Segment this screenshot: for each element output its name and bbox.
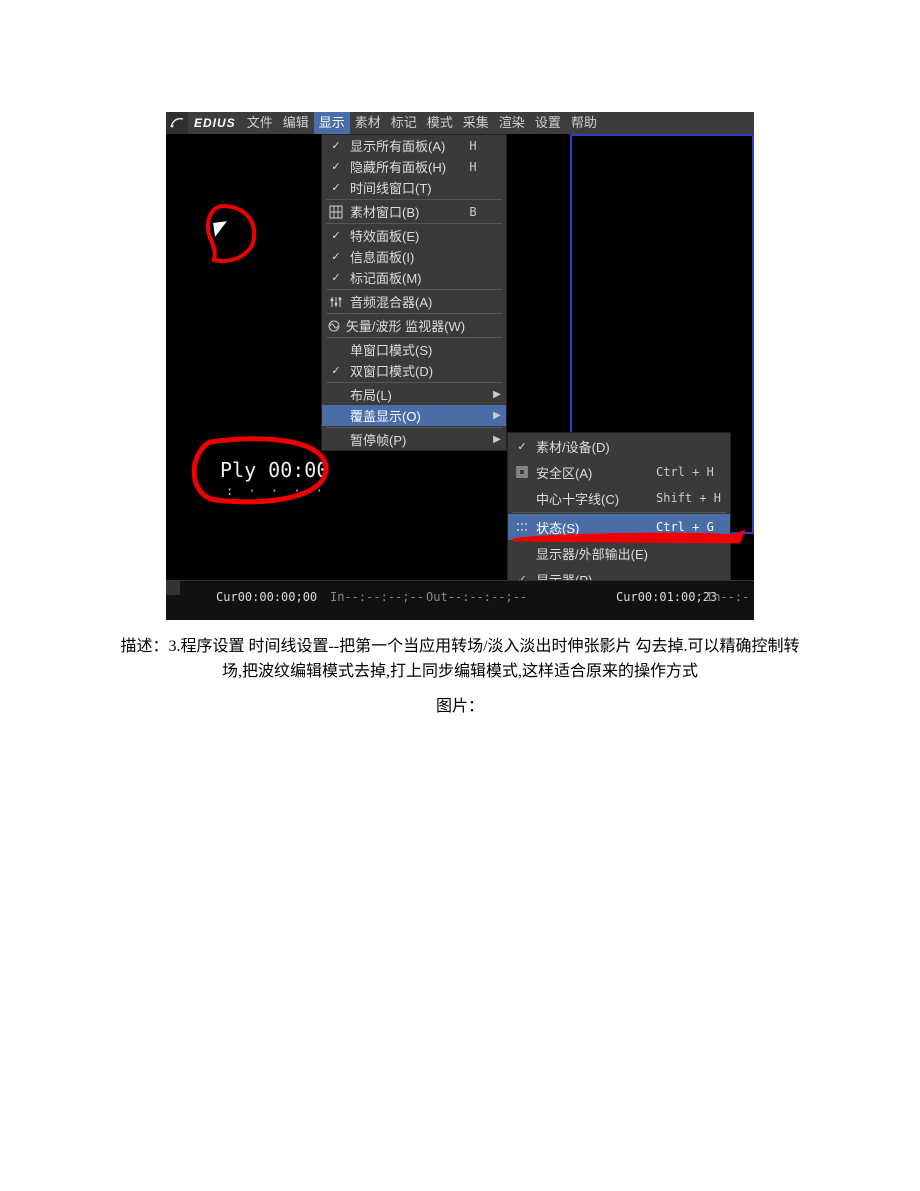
submenu-item[interactable]: 中心十字线(C)Shift + H xyxy=(508,485,730,511)
menu-item-label: 信息面板(I) xyxy=(350,247,458,266)
overlay-display-submenu: ✓素材/设备(D)安全区(A)Ctrl + H中心十字线(C)Shift + H… xyxy=(507,432,731,593)
menu-item[interactable]: ✓双窗口模式(D) xyxy=(322,360,506,381)
menu-item[interactable]: ✓信息面板(I) xyxy=(322,246,506,267)
submenu-item-shortcut: Ctrl + H xyxy=(656,465,730,479)
menu-item-label: 双窗口模式(D) xyxy=(350,361,458,380)
annotation-underline xyxy=(511,530,747,544)
menu-item[interactable]: 音频混合器(A) xyxy=(322,291,506,312)
submenu-item-label: 安全区(A) xyxy=(536,463,656,482)
annotation-circle-2 xyxy=(186,432,330,508)
out-readout-left: Out--:--:--;-- xyxy=(426,590,527,604)
menu-item[interactable]: 单窗口模式(S) xyxy=(322,339,506,360)
menu-item-label: 标记面板(M) xyxy=(350,268,458,287)
menu-separator xyxy=(326,313,502,314)
menu-item[interactable]: 布局(L) ▶ xyxy=(322,384,506,405)
menu-item-8[interactable]: 设置 xyxy=(530,112,566,134)
cur-readout-left: Cur00:00:00;00 xyxy=(216,590,317,604)
in-readout-left: In--:--:--;-- xyxy=(330,590,424,604)
clip-icon xyxy=(166,581,180,595)
submenu-arrow-icon: ▶ xyxy=(488,410,506,421)
menu-item-shortcut: B xyxy=(458,205,488,219)
menu-item[interactable]: 覆盖显示(O) ▶ xyxy=(322,405,506,426)
app-name: EDIUS xyxy=(188,116,242,130)
menu-separator xyxy=(326,289,502,290)
submenu-item[interactable]: ✓素材/设备(D) xyxy=(508,433,730,459)
menu-item-9[interactable]: 帮助 xyxy=(566,112,602,134)
menu-separator xyxy=(326,223,502,224)
menu-item[interactable]: ✓特效面板(E) xyxy=(322,225,506,246)
menu-item-label: 暂停帧(P) xyxy=(350,430,458,449)
menu-item-0[interactable]: 文件 xyxy=(242,112,278,134)
time-bar: Cur00:00:00;00 In--:--:--;-- Out--:--:--… xyxy=(166,580,754,620)
submenu-item-label: 中心十字线(C) xyxy=(536,489,656,508)
menu-item-label: 时间线窗口(T) xyxy=(350,178,458,197)
menu-item-3[interactable]: 素材 xyxy=(350,112,386,134)
screenshot: EDIUS 文件编辑显示素材标记模式采集渲染设置帮助 ✓显示所有面板(A)H✓隐… xyxy=(166,112,754,620)
menu-item-shortcut: H xyxy=(458,139,488,153)
submenu-item-label: 素材/设备(D) xyxy=(536,437,656,456)
menu-item[interactable]: ✓隐藏所有面板(H)H xyxy=(322,156,506,177)
submenu-item[interactable]: 安全区(A)Ctrl + H xyxy=(508,459,730,485)
menu-item-1[interactable]: 编辑 xyxy=(278,112,314,134)
in-readout-right: In--:- xyxy=(706,590,749,604)
description-prefix: 描述： xyxy=(120,638,168,655)
menu-separator xyxy=(326,199,502,200)
document-page: EDIUS 文件编辑显示素材标记模式采集渲染设置帮助 ✓显示所有面板(A)H✓隐… xyxy=(0,0,920,1191)
triangle-icon xyxy=(213,221,229,237)
wave-icon xyxy=(327,319,341,333)
menu-bar: EDIUS 文件编辑显示素材标记模式采集渲染设置帮助 xyxy=(166,112,754,134)
submenu-item-label: 显示器/外部输出(E) xyxy=(536,544,656,563)
sliders-icon xyxy=(329,295,343,309)
menu-item-label: 矢量/波形 监视器(W) xyxy=(346,316,465,335)
menu-separator xyxy=(512,512,726,513)
display-menu-dropdown: ✓显示所有面板(A)H✓隐藏所有面板(H)H✓时间线窗口(T) 素材窗口(B)B ✓… xyxy=(321,134,507,451)
menu-item[interactable]: 素材窗口(B)B xyxy=(322,201,506,222)
menu-item-label: 隐藏所有面板(H) xyxy=(350,157,458,176)
annotation-circle-1 xyxy=(194,198,266,270)
app-logo xyxy=(166,112,188,134)
menu-item-shortcut: H xyxy=(458,160,488,174)
grid-icon xyxy=(329,205,343,219)
menu-item-label: 单窗口模式(S) xyxy=(350,340,458,359)
menu-item-7[interactable]: 渲染 xyxy=(494,112,530,134)
menu-item-4[interactable]: 标记 xyxy=(386,112,422,134)
menu-item[interactable]: ✓标记面板(M) xyxy=(322,267,506,288)
menu-item-2[interactable]: 显示 xyxy=(314,112,350,134)
menu-item-5[interactable]: 模式 xyxy=(422,112,458,134)
menu-item[interactable]: 矢量/波形 监视器(W) xyxy=(322,315,506,336)
box-icon xyxy=(515,465,529,479)
menu-item[interactable]: 暂停帧(P) ▶ xyxy=(322,429,506,450)
submenu-arrow-icon: ▶ xyxy=(488,389,506,400)
description-block: 描述：3.程序设置 时间线设置--把第一个当应用转场/淡入淡出时伸张影片 勾去掉… xyxy=(115,634,805,719)
menu-separator xyxy=(326,337,502,338)
menu-item-label: 素材窗口(B) xyxy=(350,202,458,221)
menu-item-label: 音频混合器(A) xyxy=(350,292,458,311)
description-text: 3.程序设置 时间线设置--把第一个当应用转场/淡入淡出时伸张影片 勾去掉.可以… xyxy=(168,638,799,680)
menu-item[interactable]: ✓显示所有面板(A)H xyxy=(322,135,506,156)
menu-item-label: 覆盖显示(O) xyxy=(350,406,458,425)
menu-separator xyxy=(326,382,502,383)
submenu-item-shortcut: Shift + H xyxy=(656,491,730,505)
menu-item-label: 特效面板(E) xyxy=(350,226,458,245)
menu-item-label: 布局(L) xyxy=(350,385,458,404)
menu-item-6[interactable]: 采集 xyxy=(458,112,494,134)
menu-separator xyxy=(326,427,502,428)
menu-item[interactable]: ✓时间线窗口(T) xyxy=(322,177,506,198)
menu-item-label: 显示所有面板(A) xyxy=(350,136,458,155)
caption-label: 图片： xyxy=(115,694,805,719)
cur-readout-right: Cur00:01:00;23 xyxy=(616,590,717,604)
submenu-arrow-icon: ▶ xyxy=(488,434,506,445)
